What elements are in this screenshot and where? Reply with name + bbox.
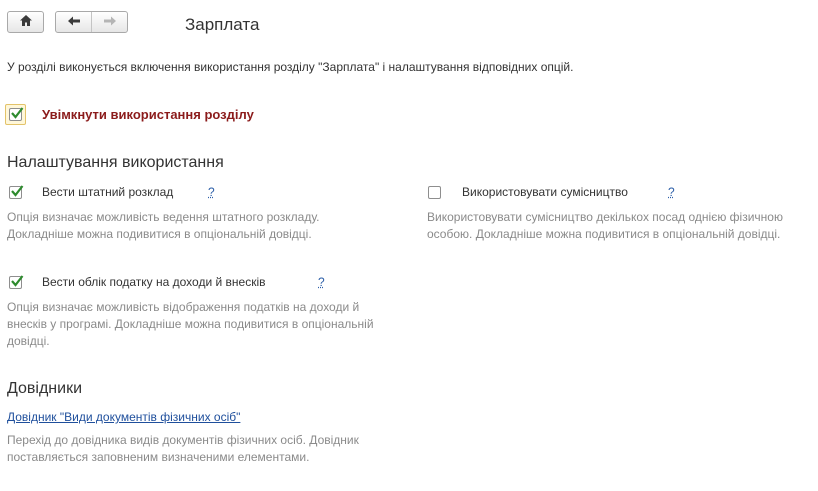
- document-types-link[interactable]: Довідник "Види документів фізичних осіб": [7, 410, 240, 424]
- description-line: Перехід до довідника видів документів фі…: [7, 433, 359, 447]
- description-line: Докладніше можна подивитися в опціональн…: [7, 227, 312, 241]
- staff-schedule-label[interactable]: Вести штатний розклад: [42, 185, 173, 199]
- checkmark-icon: [11, 107, 24, 119]
- settings-heading: Налаштування використання: [7, 154, 224, 171]
- back-button[interactable]: [56, 12, 91, 32]
- checkbox-box: [9, 107, 24, 121]
- document-types-description: Перехід до довідника видів документів фі…: [7, 432, 359, 466]
- income-tax-help-link[interactable]: ?: [318, 275, 325, 289]
- combination-label[interactable]: Використовувати сумісництво: [462, 185, 628, 199]
- checkmark-icon: [11, 275, 24, 287]
- checkmark-icon: [11, 185, 24, 197]
- forward-button[interactable]: [91, 12, 127, 32]
- description-line: Опція визначає можливість ведення штатно…: [7, 210, 320, 224]
- income-tax-description: Опція визначає можливість відображення п…: [7, 299, 374, 350]
- description-line: Використовувати сумісництво декількох по…: [427, 210, 783, 224]
- description-line: Опція визначає можливість відображення п…: [7, 300, 360, 314]
- description-line: довідці.: [7, 334, 50, 348]
- home-button[interactable]: [7, 11, 44, 33]
- income-tax-checkbox[interactable]: [9, 275, 24, 289]
- staff-schedule-help-link[interactable]: ?: [208, 185, 215, 199]
- description-line: внесків у програмі. Докладніше можна под…: [7, 317, 374, 331]
- enable-section-checkbox[interactable]: [5, 104, 26, 125]
- arrow-right-icon: [103, 15, 117, 30]
- home-icon: [19, 14, 33, 30]
- staff-schedule-checkbox[interactable]: [9, 185, 24, 199]
- intro-text: У розділі виконується включення використ…: [7, 60, 574, 74]
- page-title: Зарплата: [185, 15, 260, 34]
- enable-section-label[interactable]: Увімкнути використання розділу: [42, 107, 254, 122]
- arrow-left-icon: [67, 15, 81, 30]
- combination-help-link[interactable]: ?: [668, 185, 675, 199]
- description-line: особою. Докладніше можна подивитися в оп…: [427, 227, 781, 241]
- income-tax-label[interactable]: Вести облік податку на доходи й внесків: [42, 275, 266, 289]
- references-heading: Довідники: [7, 380, 83, 397]
- combination-description: Використовувати сумісництво декількох по…: [427, 209, 783, 243]
- staff-schedule-description: Опція визначає можливість ведення штатно…: [7, 209, 320, 243]
- history-navigation: [55, 11, 128, 33]
- description-line: поставляється заповненим визначеними еле…: [7, 450, 310, 464]
- combination-checkbox[interactable]: [428, 186, 441, 199]
